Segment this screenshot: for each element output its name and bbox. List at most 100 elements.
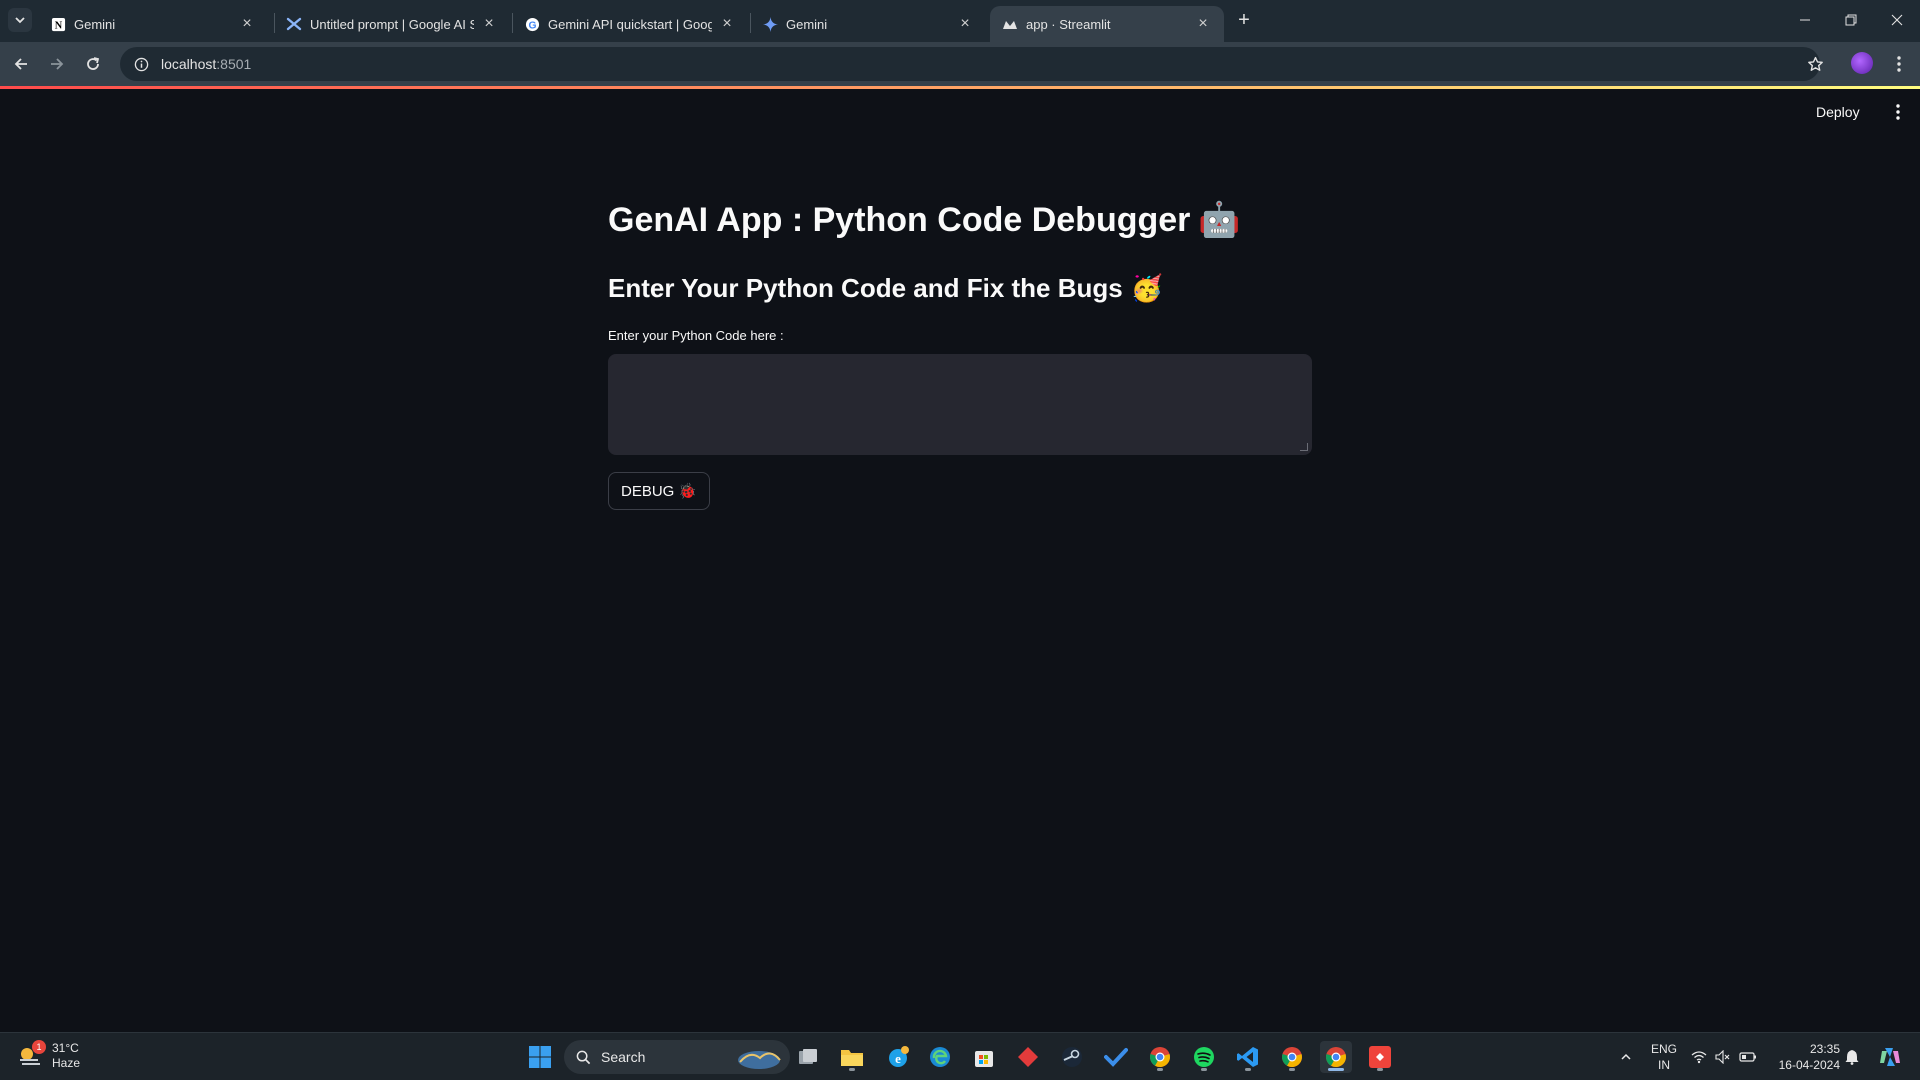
url-port: :8501: [216, 56, 252, 72]
browser-menu-button[interactable]: [1884, 49, 1914, 79]
taskbar-vscode[interactable]: [1232, 1041, 1264, 1073]
store-icon: [975, 1051, 993, 1067]
taskbar-chrome-1[interactable]: [1144, 1041, 1176, 1073]
restore-button[interactable]: [1828, 0, 1874, 40]
taskbar-anydesk[interactable]: [1364, 1041, 1396, 1073]
tab-streamlit-app[interactable]: app · Streamlit ×: [990, 6, 1224, 42]
taskbar-red-diamond-app[interactable]: [1012, 1041, 1044, 1073]
spotify-icon: [1194, 1047, 1214, 1067]
windows-taskbar: 1 31°C Haze Search e ENG IN 23:35 16-04-…: [0, 1032, 1920, 1080]
tab-gemini[interactable]: Gemini ×: [750, 6, 986, 42]
anydesk-icon: [1369, 1046, 1391, 1068]
page-subheader-text: Enter Your Python Code and Fix the Bugs: [608, 272, 1123, 303]
profile-avatar[interactable]: [1851, 52, 1873, 74]
running-indicator: [1245, 1068, 1251, 1071]
google-icon: G: [524, 16, 540, 32]
tab-gemini-quickstart[interactable]: G Gemini API quickstart | Google AI ×: [512, 6, 748, 42]
task-view-button[interactable]: [792, 1041, 824, 1073]
debug-button-label: DEBUG: [621, 482, 675, 500]
show-hidden-icons-button[interactable]: [1612, 1033, 1640, 1080]
close-icon[interactable]: ×: [238, 15, 256, 33]
page-title-text: GenAI App : Python Code Debugger: [608, 200, 1191, 239]
search-highlight-icon: [738, 1051, 781, 1069]
windows-logo-icon: [529, 1046, 551, 1068]
robot-emoji: 🤖: [1198, 201, 1241, 239]
deploy-button[interactable]: Deploy: [1816, 100, 1860, 124]
running-indicator: [1377, 1068, 1383, 1071]
chrome-icon: [1326, 1047, 1346, 1068]
weather-text: 31°C Haze: [52, 1041, 80, 1071]
chevron-up-icon: [1621, 1053, 1631, 1060]
new-tab-button[interactable]: +: [1232, 8, 1256, 32]
taskbar-chrome-2[interactable]: [1276, 1041, 1308, 1073]
reload-button[interactable]: [78, 49, 108, 79]
debug-button[interactable]: DEBUG 🐞: [608, 472, 711, 510]
star-icon: [1807, 56, 1823, 71]
taskbar-search[interactable]: Search: [564, 1040, 790, 1074]
chevron-down-icon: [15, 17, 25, 24]
code-input[interactable]: [608, 354, 1312, 455]
notification-badge: 1: [32, 1040, 46, 1054]
haze-weather-icon: 1: [16, 1040, 46, 1070]
page-title: GenAI App : Python Code Debugger 🤖: [608, 190, 1312, 250]
svg-text:e: e: [895, 1051, 901, 1066]
notifications-button[interactable]: [1840, 1033, 1864, 1080]
weather-temp: 31°C: [52, 1041, 79, 1055]
clock[interactable]: 23:35 16-04-2024: [1768, 1033, 1840, 1080]
tab-search-button[interactable]: [8, 8, 32, 32]
app-menu-button[interactable]: [1888, 100, 1908, 124]
site-info-icon[interactable]: [134, 57, 149, 72]
streamlit-decoration-bar: [0, 86, 1920, 89]
taskbar-todo[interactable]: [1100, 1041, 1132, 1073]
clock-date: 16-04-2024: [1778, 1058, 1840, 1072]
close-icon[interactable]: ×: [480, 15, 498, 33]
battery-icon: [1739, 1052, 1756, 1062]
main-content: GenAI App : Python Code Debugger 🤖 Enter…: [608, 190, 1312, 510]
back-button[interactable]: [6, 49, 36, 79]
steam-icon: [1062, 1047, 1082, 1067]
copilot-button[interactable]: [1872, 1033, 1908, 1080]
close-icon[interactable]: ×: [956, 15, 974, 33]
weather-widget[interactable]: 1 31°C Haze: [16, 1040, 80, 1071]
taskbar-steam[interactable]: [1056, 1041, 1088, 1073]
arrow-right-icon: [51, 58, 64, 70]
network-volume-battery-group[interactable]: [1688, 1033, 1760, 1080]
code-input-label: Enter your Python Code here :: [608, 328, 784, 343]
start-button[interactable]: [524, 1041, 556, 1073]
tab-ai-studio[interactable]: Untitled prompt | Google AI Studio ×: [274, 6, 510, 42]
browser-toolbar: localhost:8501: [0, 42, 1920, 86]
address-bar[interactable]: localhost:8501: [120, 47, 1820, 81]
taskbar-file-explorer[interactable]: [836, 1041, 868, 1073]
tab-title: Gemini: [786, 16, 828, 32]
running-indicator: [1289, 1068, 1295, 1071]
chrome-icon: [1150, 1047, 1170, 1068]
bookmark-star-button[interactable]: [1800, 49, 1830, 79]
resize-handle[interactable]: [1300, 443, 1308, 451]
taskbar-spotify[interactable]: [1188, 1041, 1220, 1073]
copilot-icon: [1880, 1048, 1900, 1066]
reload-icon: [87, 57, 100, 70]
more-vert-icon: [1897, 56, 1901, 72]
taskbar-internet-explorer[interactable]: e: [882, 1041, 914, 1073]
language-indicator[interactable]: ENG IN: [1646, 1033, 1682, 1080]
close-window-button[interactable]: [1874, 0, 1920, 40]
taskbar-chrome-active[interactable]: [1320, 1041, 1352, 1073]
url-text: localhost:8501: [161, 56, 251, 72]
svg-text:G: G: [528, 20, 536, 31]
taskbar-edge[interactable]: [924, 1041, 956, 1073]
internet-explorer-icon: e: [889, 1046, 909, 1067]
search-icon: [576, 1050, 591, 1064]
tab-gemini-notion[interactable]: N Gemini ×: [38, 6, 268, 42]
close-icon[interactable]: ×: [718, 15, 736, 33]
close-icon[interactable]: ×: [1194, 15, 1212, 33]
task-view-icon: [799, 1049, 817, 1064]
minimize-button[interactable]: [1782, 0, 1828, 40]
taskbar-microsoft-store[interactable]: [968, 1041, 1000, 1073]
weather-desc: Haze: [52, 1056, 81, 1070]
vscode-icon: [1237, 1047, 1258, 1067]
more-vert-icon: [1896, 104, 1900, 120]
forward-button[interactable]: [42, 49, 72, 79]
gemini-sparkle-icon: [762, 16, 778, 32]
clock-time: 23:35: [1809, 1042, 1840, 1056]
search-placeholder: Search: [601, 1049, 646, 1065]
